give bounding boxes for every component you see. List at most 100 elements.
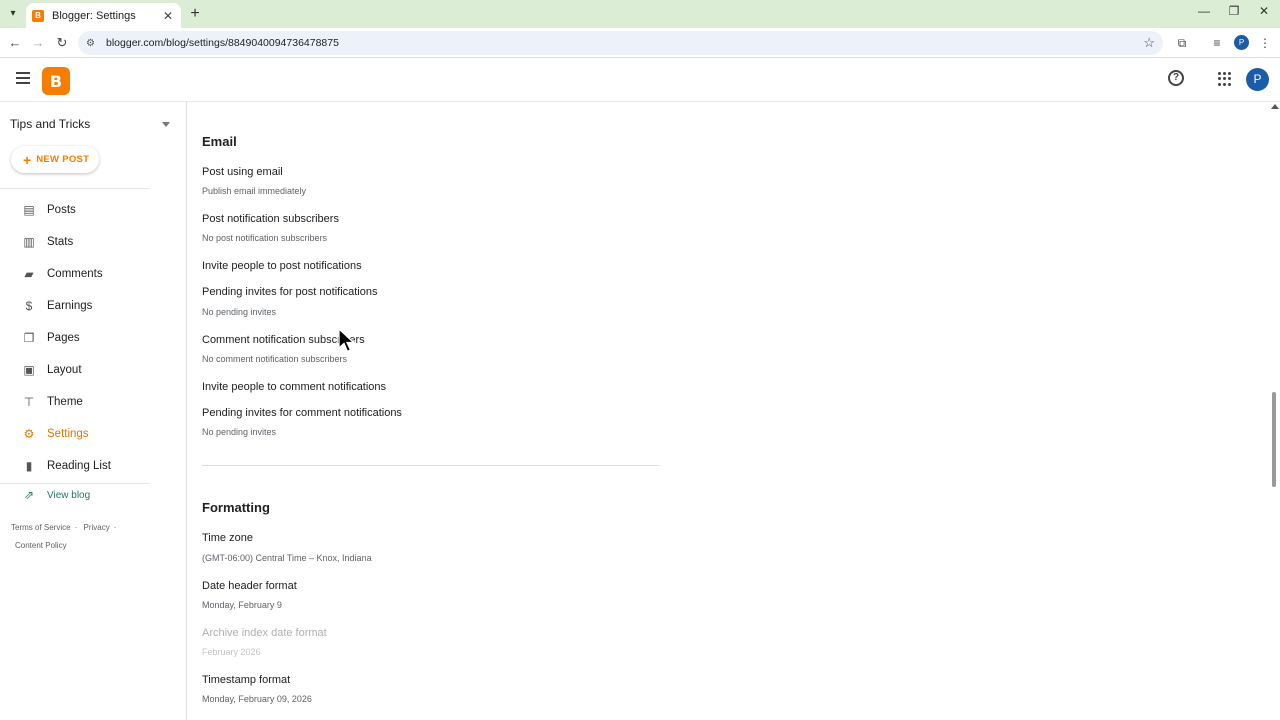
- scroll-up-arrow-icon[interactable]: [1271, 104, 1279, 109]
- terms-link[interactable]: Terms of Service: [11, 523, 71, 532]
- page-scrollbar[interactable]: [1268, 102, 1280, 720]
- sidebar-item-reading-list[interactable]: ▮ Reading List: [0, 452, 170, 480]
- bookmark-icon: ▮: [25, 459, 33, 473]
- tab-title: Blogger: Settings: [52, 9, 136, 22]
- open-external-icon: ⇗: [23, 488, 35, 502]
- sidebar-item-label: Reading List: [47, 460, 111, 472]
- post-notification-subscribers-value: No post notification subscribers: [202, 233, 328, 243]
- extensions-icon[interactable]: ⧉: [1173, 34, 1191, 52]
- dropdown-caret-icon: [162, 121, 170, 127]
- post-using-email-value: Publish email immediately: [202, 186, 307, 196]
- gear-icon: ⚙: [23, 427, 35, 441]
- new-post-label: NEW POST: [36, 154, 90, 165]
- sidebar-item-layout[interactable]: ▣ Layout: [0, 356, 170, 384]
- media-control-icon[interactable]: ≡: [1208, 34, 1226, 52]
- address-bar[interactable]: ⚙ blogger.com/blog/settings/884904009473…: [78, 31, 1163, 55]
- scroll-thumb[interactable]: [1272, 392, 1276, 487]
- view-blog-link[interactable]: ⇗ View blog: [22, 488, 90, 502]
- section-title-formatting: Formatting: [202, 500, 270, 515]
- back-icon[interactable]: ←: [6, 34, 24, 52]
- sidebar-item-pages[interactable]: ❐ Pages: [0, 324, 170, 352]
- browser-menu-icon[interactable]: ⋮: [1256, 34, 1274, 52]
- timestamp-format-value: Monday, February 09, 2026: [202, 694, 312, 704]
- blog-name: Tips and Tricks: [10, 117, 91, 131]
- posts-icon: ▤: [23, 203, 35, 217]
- separator: ·: [74, 523, 78, 532]
- sidebar-item-comments[interactable]: ▰ Comments: [0, 260, 170, 288]
- plus-icon: +: [23, 151, 32, 168]
- app-header: B ? P: [0, 59, 1280, 102]
- time-zone-value: (GMT-06:00) Central Time – Knox, Indiana: [202, 553, 372, 563]
- browser-profile-avatar[interactable]: P: [1234, 35, 1249, 50]
- post-notification-subscribers-title[interactable]: Post notification subscribers: [202, 213, 339, 225]
- tab-search-icon[interactable]: ▾: [4, 4, 22, 22]
- sidebar-item-settings[interactable]: ⚙ Settings: [0, 420, 170, 448]
- minimize-icon[interactable]: —: [1189, 4, 1219, 18]
- content-policy-link[interactable]: Content Policy: [15, 541, 67, 550]
- time-zone-title[interactable]: Time zone: [202, 532, 253, 544]
- pending-post-invites-value: No pending invites: [202, 307, 277, 317]
- sidebar-divider: [0, 188, 150, 189]
- timestamp-format-title[interactable]: Timestamp format: [202, 674, 290, 686]
- sidebar-divider: [0, 483, 150, 484]
- sidebar-item-label: Comments: [47, 268, 103, 280]
- privacy-link[interactable]: Privacy: [83, 523, 109, 532]
- pending-post-invites-title[interactable]: Pending invites for post notifications: [202, 286, 378, 298]
- mouse-cursor-icon: [338, 328, 356, 353]
- pending-comment-invites-title[interactable]: Pending invites for comment notification…: [202, 407, 402, 419]
- window-close-icon[interactable]: ✕: [1249, 4, 1279, 18]
- apps-grid-icon[interactable]: [1218, 72, 1232, 86]
- comment-notification-subscribers-value: No comment notification subscribers: [202, 354, 348, 364]
- separator: ·: [113, 523, 117, 532]
- sidebar-item-label: Settings: [47, 428, 89, 440]
- sidebar-item-posts[interactable]: ▤ Posts: [0, 196, 170, 224]
- settings-main: Email Post using email Publish email imm…: [188, 102, 1268, 720]
- comments-icon: ▰: [24, 267, 34, 281]
- blogger-logo[interactable]: B: [42, 67, 70, 95]
- url-text: blogger.com/blog/settings/88490400947364…: [106, 37, 339, 49]
- sidebar: Tips and Tricks + NEW POST ▤ Posts ▥ Sta…: [0, 102, 187, 720]
- section-title-email: Email: [202, 134, 237, 149]
- bookmark-star-icon[interactable]: ☆: [1143, 35, 1155, 51]
- browser-toolbar: ← → ↻ ⚙ blogger.com/blog/settings/884904…: [0, 28, 1280, 58]
- view-blog-label: View blog: [47, 489, 91, 501]
- section-divider: [202, 465, 659, 466]
- restore-icon[interactable]: ❐: [1219, 4, 1249, 18]
- reload-icon[interactable]: ↻: [53, 34, 71, 52]
- dollar-icon: $: [25, 299, 33, 313]
- sidebar-item-earnings[interactable]: $ Earnings: [0, 292, 170, 320]
- invite-comment-notifications[interactable]: Invite people to comment notifications: [202, 381, 386, 393]
- browser-tab-bar: ▾ B Blogger: Settings ✕ + — ❐ ✕: [0, 0, 1280, 28]
- blogger-favicon-icon: B: [32, 9, 44, 22]
- archive-index-date-format-title: Archive index date format: [202, 627, 327, 639]
- browser-tab[interactable]: B Blogger: Settings ✕: [26, 3, 181, 28]
- layout-icon: ▣: [23, 363, 35, 377]
- blog-selector[interactable]: Tips and Tricks: [10, 114, 170, 134]
- tab-close-icon[interactable]: ✕: [161, 9, 175, 23]
- menu-icon[interactable]: [16, 72, 32, 86]
- account-avatar[interactable]: P: [1246, 68, 1269, 91]
- date-header-format-value: Monday, February 9: [202, 600, 282, 610]
- invite-post-notifications[interactable]: Invite people to post notifications: [202, 260, 362, 272]
- pending-comment-invites-value: No pending invites: [202, 427, 277, 437]
- sidebar-item-label: Stats: [47, 236, 74, 248]
- forward-icon[interactable]: →: [29, 34, 47, 52]
- footer-links: Terms of Service · Privacy · Content Polic…: [11, 519, 151, 555]
- paint-roller-icon: ⊤: [23, 395, 35, 409]
- sidebar-item-stats[interactable]: ▥ Stats: [0, 228, 170, 256]
- sidebar-item-label: Pages: [47, 332, 80, 344]
- sidebar-item-label: Posts: [47, 204, 76, 216]
- pages-icon: ❐: [23, 331, 35, 345]
- help-icon[interactable]: ?: [1168, 70, 1184, 86]
- sidebar-item-label: Theme: [47, 396, 83, 408]
- sidebar-item-label: Earnings: [47, 300, 93, 312]
- date-header-format-title[interactable]: Date header format: [202, 580, 297, 592]
- sidebar-item-label: Layout: [47, 364, 82, 376]
- sidebar-item-theme[interactable]: ⊤ Theme: [0, 388, 170, 416]
- site-info-icon[interactable]: ⚙: [86, 38, 100, 49]
- archive-index-date-format-value: February 2026: [202, 647, 261, 657]
- new-tab-icon[interactable]: +: [186, 5, 204, 23]
- stats-icon: ▥: [23, 235, 35, 249]
- new-post-button[interactable]: + NEW POST: [11, 146, 99, 173]
- post-using-email-title[interactable]: Post using email: [202, 166, 283, 178]
